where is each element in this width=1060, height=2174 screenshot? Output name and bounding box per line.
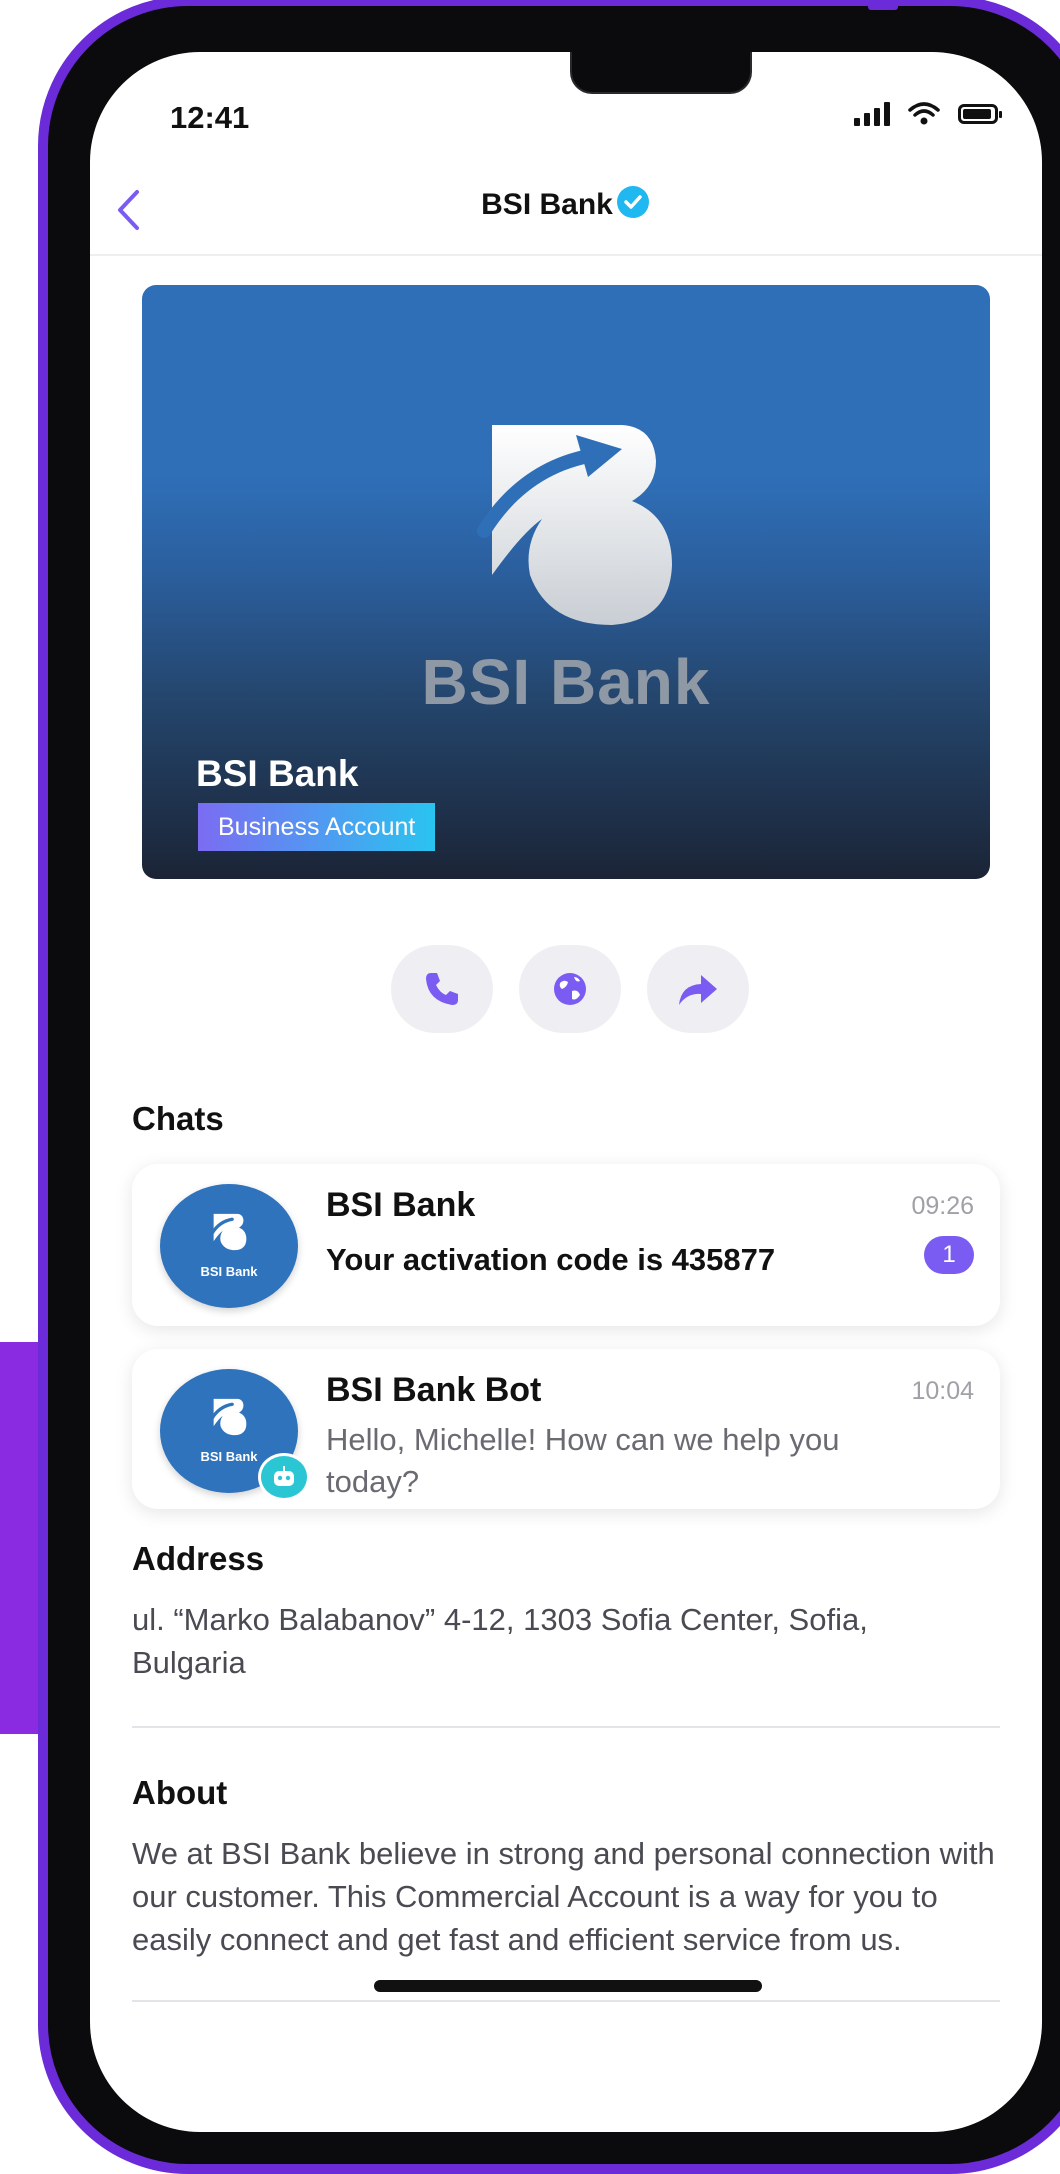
- cover-watermark-text: BSI Bank: [421, 646, 711, 718]
- business-name: BSI Bank: [196, 753, 359, 794]
- status-icons: [854, 102, 1002, 126]
- cellular-signal-icon: [854, 102, 890, 126]
- purple-accent-bar: [0, 1342, 40, 1734]
- wifi-icon: [908, 102, 940, 125]
- call-button[interactable]: [391, 945, 493, 1033]
- unread-count-badge: 1: [924, 1236, 974, 1274]
- phone-side-button: [868, 2, 898, 10]
- phone-icon: [426, 973, 458, 1005]
- globe-icon: [554, 973, 586, 1005]
- address-section-title: Address: [132, 1540, 265, 1577]
- share-button[interactable]: [647, 945, 749, 1033]
- bsi-bank-logo: [210, 1213, 247, 1251]
- phone-screen: 12:41 BSI Bank BSI Bank BSI Bank Busines…: [90, 52, 1042, 2132]
- chat-item-bsi-bank-bot[interactable]: BSI Bank BSI Bank Bot Hello, Michelle! H…: [132, 1349, 1000, 1509]
- verified-badge-icon: [616, 186, 649, 218]
- share-icon: [679, 975, 717, 1005]
- bsi-bank-logo: [210, 1398, 247, 1436]
- chat-timestamp: 09:26: [911, 1192, 974, 1220]
- avatar: BSI Bank: [160, 1184, 298, 1308]
- business-account-badge: Business Account: [198, 803, 436, 851]
- bsi-bank-logo: [477, 425, 672, 625]
- chat-item-bsi-bank[interactable]: BSI Bank BSI Bank Your activation code i…: [132, 1164, 1000, 1326]
- avatar-label: BSI Bank: [200, 1264, 258, 1279]
- website-button[interactable]: [519, 945, 621, 1033]
- action-buttons: [391, 945, 749, 1033]
- business-cover-image: BSI Bank BSI Bank Business Account: [142, 285, 990, 879]
- phone-side-button: [40, 215, 48, 245]
- chats-section-title: Chats: [132, 1100, 224, 1137]
- chat-last-message: Your activation code is 435877: [326, 1242, 776, 1277]
- page-title-text: BSI Bank: [481, 188, 613, 221]
- about-section-title: About: [132, 1774, 228, 1811]
- nav-divider: [90, 254, 1042, 256]
- chat-name: BSI Bank Bot: [326, 1371, 542, 1409]
- page-title: BSI Bank: [90, 184, 1042, 222]
- battery-icon: [958, 104, 1002, 124]
- phone-side-button: [40, 1944, 48, 1974]
- home-indicator[interactable]: [374, 1980, 762, 1992]
- about-text: We at BSI Bank believe in strong and per…: [132, 1836, 995, 1957]
- address-text: ul. “Marko Balabanov” 4-12, 1303 Sofia C…: [132, 1602, 868, 1680]
- phone-notch: [570, 52, 752, 94]
- chat-last-message: Hello, Michelle! How can we help you tod…: [326, 1422, 840, 1499]
- divider: [132, 1726, 1000, 1728]
- divider: [132, 2000, 1000, 2002]
- status-time: 12:41: [170, 100, 250, 135]
- bot-badge: [258, 1453, 310, 1501]
- chat-name: BSI Bank: [326, 1186, 476, 1224]
- chat-timestamp: 10:04: [911, 1377, 974, 1405]
- robot-icon: [274, 1466, 294, 1486]
